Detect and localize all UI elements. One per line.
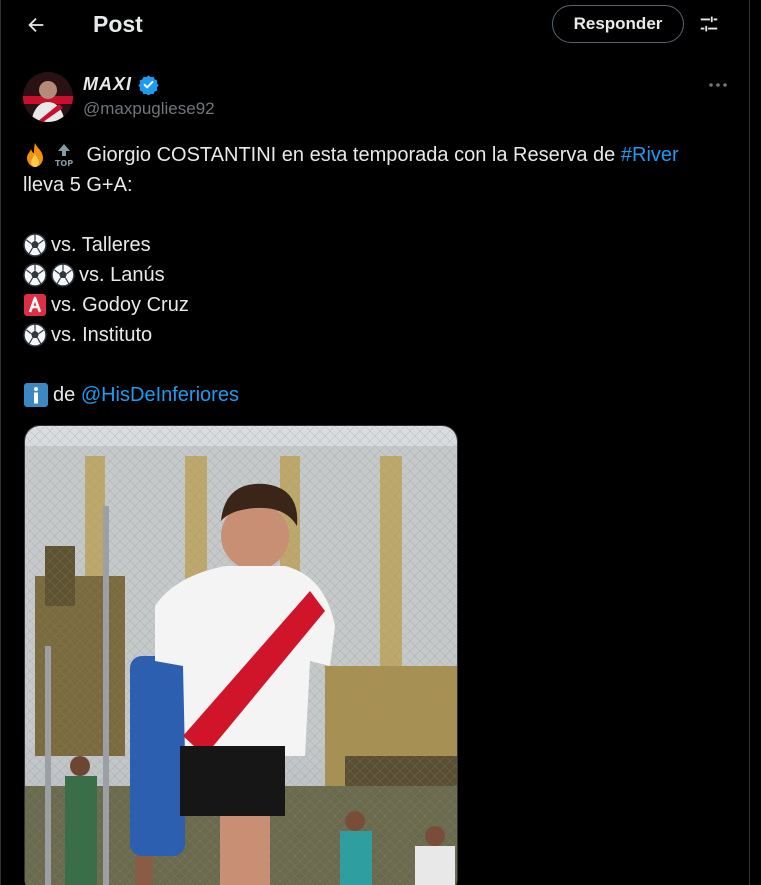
- tweet-line-2: lleva 5 G+A:: [23, 174, 133, 196]
- avatar-image: [23, 72, 73, 122]
- author-name[interactable]: MAXI: [83, 74, 132, 95]
- svg-text:TOP: TOP: [55, 159, 73, 168]
- list-item: vs. Instituto: [23, 320, 733, 350]
- more-options-button[interactable]: [701, 74, 735, 96]
- soccer-ball-icon: [23, 263, 47, 287]
- list-item-text: vs. Instituto: [51, 324, 153, 346]
- list-item: vs. Talleres: [23, 230, 733, 260]
- list-item: vs. Godoy Cruz: [23, 290, 733, 320]
- player-photo: [25, 426, 457, 885]
- mention-link[interactable]: @HisDeInferiores: [81, 380, 239, 410]
- page-title: Post: [93, 11, 143, 37]
- list-item-text: vs. Talleres: [51, 234, 151, 256]
- list-item: vs. Lanús: [23, 260, 733, 290]
- soccer-ball-icon: [51, 263, 75, 287]
- back-arrow-icon: [28, 17, 44, 33]
- tweet-photo[interactable]: [24, 425, 458, 885]
- tweet-text: TOP Giorgio COSTANTINI en esta temporada…: [23, 140, 733, 410]
- post-header: Post Responder: [1, 0, 751, 50]
- author-handle[interactable]: @maxpugliese92: [83, 99, 215, 119]
- avatar[interactable]: [23, 72, 73, 122]
- source-line: de @HisDeInferiores: [23, 380, 733, 410]
- back-button[interactable]: [19, 8, 53, 42]
- reply-button[interactable]: Responder: [552, 5, 684, 43]
- fire-icon: [23, 142, 47, 168]
- post-frame: Post Responder MAXI @maxpugliese92 TOP G…: [0, 0, 750, 885]
- tweet-line-1-text: Giorgio COSTANTINI en esta temporada con…: [81, 144, 621, 166]
- source-prefix: de: [53, 384, 81, 406]
- hashtag-link[interactable]: #River: [621, 140, 679, 170]
- settings-button[interactable]: [693, 8, 725, 40]
- list-item-text: vs. Godoy Cruz: [51, 294, 189, 316]
- top-arrow-icon: TOP: [51, 142, 77, 168]
- verified-badge-icon: [138, 75, 159, 95]
- list-item-text: vs. Lanús: [79, 264, 165, 286]
- settings-icon: [700, 16, 718, 32]
- tweet-line-1: TOP Giorgio COSTANTINI en esta temporada…: [23, 140, 733, 170]
- more-options-icon: [709, 83, 727, 87]
- information-icon: [23, 382, 49, 408]
- letter-a-icon: [23, 293, 47, 317]
- soccer-ball-icon: [23, 233, 47, 257]
- soccer-ball-icon: [23, 323, 47, 347]
